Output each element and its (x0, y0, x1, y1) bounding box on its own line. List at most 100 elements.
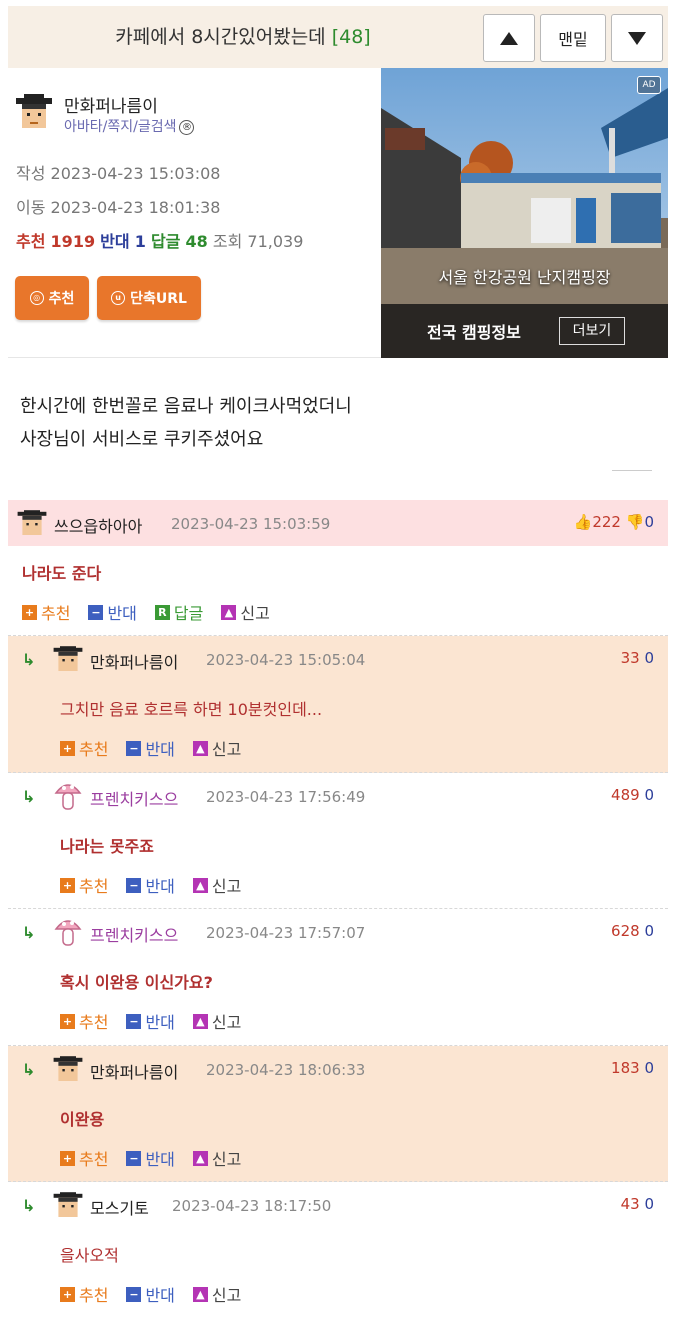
recommend-button[interactable]: ◎ 추천 (15, 276, 89, 320)
commenter-avatar[interactable] (54, 915, 82, 953)
comment-report-button[interactable]: ▲ 신고 (192, 1282, 241, 1306)
comment-actions: + 추천 − 반대 ▲ 신고 (60, 736, 259, 760)
comment-header: ↳ 모스기토 2023-04-23 18:17:50 43 0 (8, 1182, 668, 1228)
scroll-down-button[interactable] (611, 14, 663, 62)
moved-label: 이동 (16, 198, 46, 217)
arrow-down-icon (628, 31, 646, 45)
scroll-up-button[interactable] (483, 14, 535, 62)
advertisement[interactable]: AD 서울 한강공원 난지캠핑장 전국 캠핑정보 더보기 (381, 68, 668, 358)
comment-date: 2023-04-23 17:57:07 (206, 924, 366, 942)
short-url-button[interactable]: u 단축URL (97, 276, 201, 320)
commenter-nickname[interactable]: 모스기토 (90, 1195, 149, 1219)
moved-date: 이동 2023-04-23 18:01:38 (16, 194, 220, 218)
avatar-icon (53, 646, 83, 671)
comment-header: ↳ 프렌치키스으 2023-04-23 17:57:07 628 0 (8, 909, 668, 955)
comment-header: ↳ 만화퍼나름이 2023-04-23 18:06:33 183 0 (8, 1046, 668, 1092)
comment-recommend-button[interactable]: + 추천 (60, 1009, 108, 1033)
comment-recommend-button[interactable]: + 추천 (60, 873, 108, 897)
reply-label: 답글 (150, 232, 181, 251)
author-nickname[interactable]: 만화퍼나름이 (64, 92, 158, 117)
comment-text: 나라는 못주죠 (60, 837, 154, 856)
comment-count[interactable]: [48] (332, 26, 371, 48)
mushroom-icon (54, 920, 82, 946)
ad-more-button[interactable]: 더보기 (559, 317, 625, 345)
commenter-nickname[interactable]: 만화퍼나름이 (90, 1059, 178, 1083)
comment-recommend-button[interactable]: + 추천 (60, 1146, 108, 1170)
author-menu[interactable]: 아바타/쪽지/글검색 ® (64, 116, 195, 136)
comment-reply-button[interactable]: R 답글 (154, 600, 203, 624)
written-label: 작성 (16, 164, 46, 183)
comment-oppose-button[interactable]: − 반대 (126, 736, 175, 760)
comment-oppose-button[interactable]: − 반대 (126, 1009, 175, 1033)
action-label: 반대 (145, 740, 175, 759)
action-label: 추천 (79, 877, 109, 896)
commenter-avatar[interactable] (16, 510, 48, 540)
siren-icon: ▲ (221, 604, 237, 620)
author-avatar[interactable] (14, 94, 54, 134)
comment-actions: + 추천 − 반대 ▲ 신고 (60, 873, 259, 897)
comment-recommend-button[interactable]: + 추천 (60, 736, 108, 760)
comment-votes: 👍222 👎0 (574, 513, 654, 531)
comment-report-button[interactable]: ▲ 신고 (192, 873, 241, 897)
url-icon: u (111, 291, 126, 305)
written-date: 작성 2023-04-23 15:03:08 (16, 160, 220, 184)
commenter-avatar[interactable] (52, 1192, 84, 1222)
ad-title: 전국 캠핑정보 (427, 323, 521, 342)
upvote-count: 33 (620, 649, 640, 667)
comment-item: 쓰으읍하아아 2023-04-23 15:03:59 👍222 👎0 나라도 준… (8, 500, 668, 636)
commenter-avatar[interactable] (52, 646, 84, 676)
comment-oppose-button[interactable]: − 반대 (126, 873, 175, 897)
commenter-nickname[interactable]: 만화퍼나름이 (90, 649, 178, 673)
avatar-icon (17, 510, 47, 535)
minus-icon: − (88, 604, 104, 620)
comment-report-button[interactable]: ▲ 신고 (192, 1009, 241, 1033)
comment-recommend-button[interactable]: + 추천 (22, 600, 70, 624)
action-label: 반대 (145, 1150, 175, 1169)
comment-votes: 628 0 (611, 922, 654, 940)
comment-text: 혹시 이완용 이신가요? (60, 973, 213, 992)
commenter-nickname[interactable]: 프렌치키스으 (90, 922, 178, 946)
comment-votes: 183 0 (611, 1059, 654, 1077)
divider (612, 470, 652, 471)
siren-icon: ▲ (192, 740, 208, 756)
commenter-avatar[interactable] (52, 1056, 84, 1086)
scroll-bottom-button[interactable]: 맨밑 (540, 14, 606, 62)
author-menu-links[interactable]: 아바타/쪽지/글검색 (64, 119, 176, 135)
comment-report-button[interactable]: ▲ 신고 (192, 736, 242, 760)
reply-arrow-icon: ↳ (22, 923, 36, 942)
downvote-count: 0 (644, 513, 654, 531)
post-content: 한시간에 한번꼴로 음료나 케이크사먹었더니 사장님이 서비스로 쿠키주셨어요 (20, 390, 660, 456)
action-label: 신고 (211, 740, 242, 759)
comment-report-button[interactable]: ▲ 신고 (221, 600, 270, 624)
plus-icon: + (60, 1150, 75, 1166)
arrow-up-icon (500, 31, 518, 45)
action-label: 반대 (145, 1286, 175, 1305)
commenter-nickname[interactable]: 쓰으읍하아아 (54, 513, 142, 537)
thumbs-up-icon[interactable]: 👍 (574, 513, 593, 531)
mushroom-icon (54, 784, 82, 810)
commenter-nickname[interactable]: 프렌치키스으 (90, 786, 178, 810)
reply-arrow-icon: ↳ (22, 787, 36, 806)
post-title: 카페에서 8시간있어봤는데 [48] (8, 6, 478, 68)
plus-icon: + (22, 604, 37, 620)
plus-icon: + (60, 1013, 75, 1029)
comment-text: 이완용 (60, 1110, 105, 1129)
comment-recommend-button[interactable]: + 추천 (60, 1282, 108, 1306)
comment-header: ↳ 프렌치키스으 2023-04-23 17:56:49 489 0 (8, 773, 668, 819)
recommend-label: 추천 (16, 232, 46, 251)
comment-date: 2023-04-23 18:17:50 (172, 1197, 332, 1215)
thumbs-down-icon[interactable]: 👎 (626, 513, 645, 531)
comment-oppose-button[interactable]: − 반대 (88, 600, 137, 624)
commenter-avatar[interactable] (54, 779, 82, 817)
comment-text: 그치만 음료 호르륵 하면 10분컷인데... (60, 700, 323, 719)
comment-oppose-button[interactable]: − 반대 (126, 1282, 175, 1306)
avatar-icon (53, 1056, 83, 1081)
comment-oppose-button[interactable]: − 반대 (126, 1146, 175, 1170)
minus-icon: − (126, 1013, 142, 1029)
comment-report-button[interactable]: ▲ 신고 (192, 1146, 242, 1170)
registered-icon: ® (179, 120, 195, 135)
recommend-count: 1919 (50, 232, 96, 251)
comment-actions: + 추천 − 반대 ▲ 신고 (60, 1146, 259, 1170)
action-label: 신고 (211, 1150, 242, 1169)
reply-count: 48 (185, 232, 208, 251)
